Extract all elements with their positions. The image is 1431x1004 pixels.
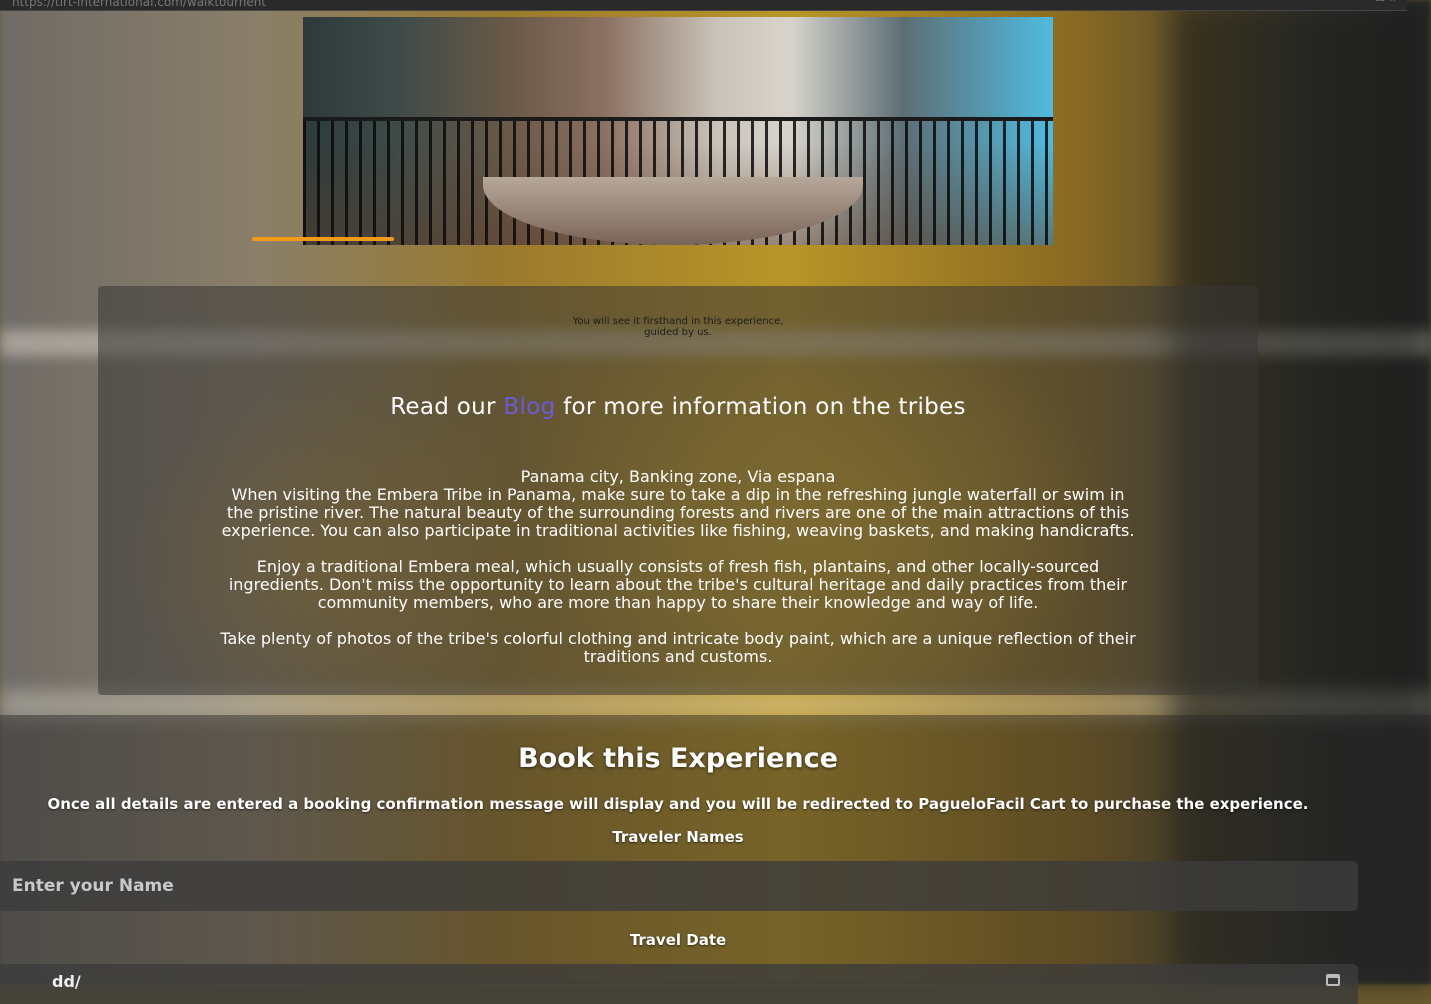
caption-line-2: guided by us. — [644, 327, 712, 338]
blog-suffix: for more information on the tribes — [563, 394, 966, 420]
carousel-progress-bar — [252, 237, 394, 241]
traveler-names-label: Traveler Names — [612, 828, 744, 846]
info-card: You will see it firsthand in this experi… — [98, 286, 1258, 695]
travel-date-label: Travel Date — [629, 931, 727, 949]
tour-description: Panama city, Banking zone, Via espana Wh… — [218, 468, 1138, 684]
booking-section: Book this Experience Once all details ar… — [0, 715, 1431, 1004]
calendar-icon[interactable] — [1326, 974, 1340, 986]
traveler-name-input[interactable] — [0, 861, 1358, 911]
url-text: https://tlrt-international.com/walktourn… — [12, 0, 267, 9]
location-text: Panama city, Banking zone, Via espana — [520, 467, 836, 486]
browser-url-bar[interactable]: https://tlrt-international.com/walktourn… — [0, 0, 1407, 11]
blog-prefix: Read our — [390, 394, 496, 420]
hero-image — [303, 17, 1053, 245]
travel-date-input[interactable]: dd/ — [0, 964, 1358, 1004]
browser-actions-icon[interactable]: ❐ ☆ — [1376, 0, 1397, 4]
booking-note: Once all details are entered a booking c… — [47, 795, 1309, 813]
description-paragraph-3: Take plenty of photos of the tribe's col… — [220, 629, 1136, 666]
image-caption: You will see it firsthand in this experi… — [98, 316, 1258, 338]
blog-link[interactable]: Blog — [503, 394, 555, 420]
booking-title: Book this Experience — [518, 743, 838, 774]
blog-heading: Read our Blog for more information on th… — [98, 394, 1258, 420]
description-paragraph-1: When visiting the Embera Tribe in Panama… — [221, 485, 1135, 540]
caption-line-1: You will see it firsthand in this experi… — [572, 316, 784, 327]
date-input-value: dd/ — [52, 972, 81, 991]
description-paragraph-2: Enjoy a traditional Embera meal, which u… — [228, 557, 1128, 612]
